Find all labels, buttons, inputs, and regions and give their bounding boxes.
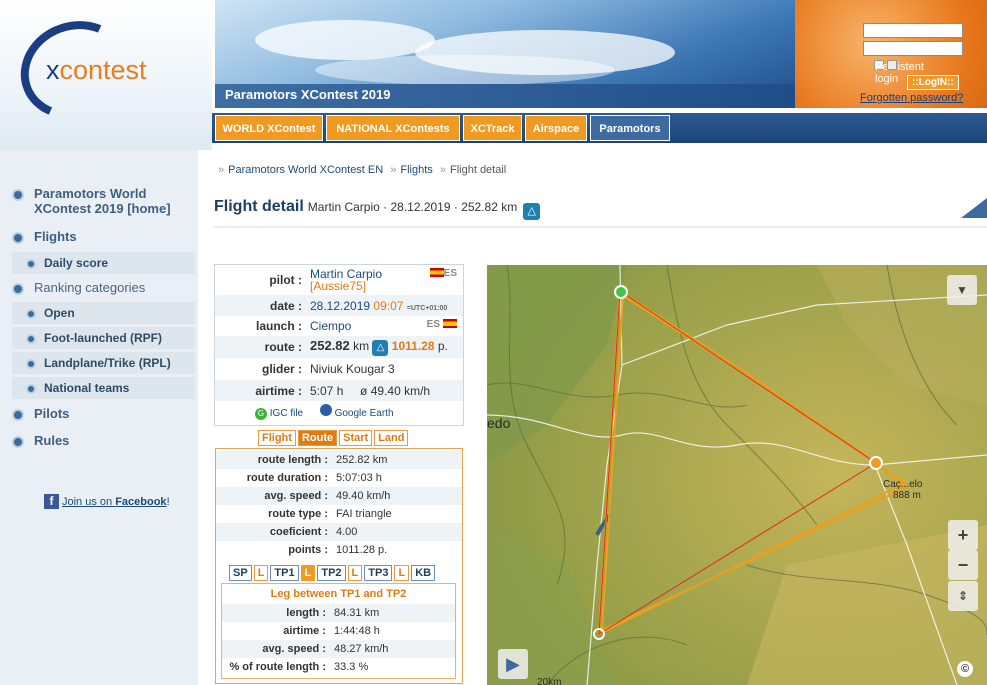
bullet-icon xyxy=(12,408,24,421)
bullet-icon xyxy=(26,308,36,319)
breadcrumb: » Paramotors World XContest EN » Flights »… xyxy=(218,164,507,176)
tab-national-xcontests[interactable]: NATIONAL XContests xyxy=(326,115,460,141)
glider-value: Niviuk Kougar 3 xyxy=(310,362,395,376)
bullet-icon xyxy=(26,358,36,369)
leg-tab-sp[interactable]: SP xyxy=(229,565,252,581)
map-elevation: 888 m xyxy=(893,490,921,501)
facebook-link[interactable]: f Join us on Facebook! xyxy=(44,494,170,509)
leg-tab-l1[interactable]: L xyxy=(253,565,269,581)
page-subtitle: Martin Carpio · 28.12.2019 · 252.82 km xyxy=(307,200,518,214)
banner-title: Paramotors XContest 2019 xyxy=(225,87,391,102)
bullet-icon xyxy=(12,188,24,201)
sidebar-item-national-teams[interactable]: National teams xyxy=(12,377,195,399)
copyright-icon[interactable]: © xyxy=(957,661,973,677)
map-place-right: Caç...elo xyxy=(883,479,923,490)
tab-world-xcontest[interactable]: WORLD XContest xyxy=(215,115,323,141)
map-place-left: edo xyxy=(487,415,511,431)
bullet-icon xyxy=(26,333,36,344)
launch-link[interactable]: Ciempo xyxy=(310,319,351,333)
google-earth-link[interactable]: Google Earth xyxy=(335,408,394,419)
breadcrumb-current: Flight detail xyxy=(449,164,507,176)
sidebar-item-ranking[interactable]: Ranking categories xyxy=(12,280,145,295)
tab-xctrack[interactable]: XCTrack xyxy=(463,115,522,141)
forgot-password-link[interactable]: Forgotten password? xyxy=(860,92,963,104)
tab-land[interactable]: Land xyxy=(374,430,409,446)
google-earth-icon xyxy=(319,404,332,416)
detail-tabs: Flight Route Start Land xyxy=(258,430,410,446)
sidebar-item-pilots[interactable]: Pilots xyxy=(12,406,69,421)
page-heading: Flight detail Martin Carpio · 28.12.2019 … xyxy=(214,198,987,228)
leg-tab-l4[interactable]: L xyxy=(394,565,410,581)
sidebar-item-landplane[interactable]: Landplane/Trike (RPL) xyxy=(12,352,195,374)
flight-info-panel: pilot : ES Martin Carpio [Aussie75] date :… xyxy=(214,264,464,426)
sidebar-item-daily-score[interactable]: Daily score xyxy=(12,252,195,274)
tab-flight[interactable]: Flight xyxy=(258,430,296,446)
leg-tabs: SP L TP1 L TP2 L TP3 L KB xyxy=(229,565,437,581)
flight-map[interactable]: edo Caç...elo 888 m 20km ▼ + − ⇕ ▶ © xyxy=(487,265,987,685)
main-nav: WORLD XContest NATIONAL XContests XCTrac… xyxy=(212,108,987,143)
persistent-login-checkbox[interactable] xyxy=(887,60,897,71)
header-banner: Paramotors XContest 2019 xyxy=(215,0,795,108)
bullet-icon xyxy=(26,383,36,394)
leg-detail-panel: Leg between TP1 and TP2 length :84.31 km… xyxy=(221,583,456,679)
route-type-icon[interactable]: △ xyxy=(372,340,389,356)
compass-button[interactable]: ⇕ xyxy=(948,581,978,611)
leg-tab-l2[interactable]: L xyxy=(300,565,316,581)
breadcrumb-flights[interactable]: Flights xyxy=(400,164,432,176)
logo-text: xcontest xyxy=(46,55,147,85)
turnpoint-marker xyxy=(869,456,883,470)
tab-airspace[interactable]: Airspace xyxy=(525,115,587,141)
page-title: Flight detail xyxy=(214,198,304,215)
password-input[interactable] xyxy=(863,41,963,56)
play-button[interactable]: ▶ xyxy=(498,649,528,679)
tab-start[interactable]: Start xyxy=(339,430,373,446)
tab-paramotors[interactable]: Paramotors xyxy=(590,115,670,141)
username-input[interactable] xyxy=(863,23,963,38)
pilot-nick-link[interactable]: [Aussie75] xyxy=(310,279,366,293)
start-marker xyxy=(614,285,628,299)
igc-icon: G xyxy=(255,408,267,420)
tab-route[interactable]: Route xyxy=(297,430,338,446)
sidebar-item-rules[interactable]: Rules xyxy=(12,433,69,448)
zoom-in-button[interactable]: + xyxy=(948,520,978,550)
leg-tab-tp2[interactable]: TP2 xyxy=(317,565,346,581)
sidebar: Paramotors World XContest 2019 [home] Fl… xyxy=(0,150,198,685)
leg-tab-l3[interactable]: L xyxy=(347,565,363,581)
facebook-icon: f xyxy=(44,494,59,509)
leg-tab-kb[interactable]: KB xyxy=(411,565,436,581)
leg-title: Leg between TP1 and TP2 xyxy=(270,588,407,600)
sidebar-item-open[interactable]: Open xyxy=(12,302,195,324)
sidebar-item-home[interactable]: Paramotors World XContest 2019 [home] xyxy=(12,186,192,216)
map-scale: 20km xyxy=(537,677,561,685)
fai-triangle-icon[interactable]: △ xyxy=(523,203,541,220)
persistent-login[interactable]: Persistent login xyxy=(871,59,924,85)
sidebar-item-foot-launched[interactable]: Foot-launched (RPF) xyxy=(12,327,195,349)
zoom-out-button[interactable]: − xyxy=(948,550,978,580)
date-link[interactable]: 28.12.2019 xyxy=(310,299,370,313)
breadcrumb-root[interactable]: Paramotors World XContest EN xyxy=(228,164,383,176)
bullet-icon xyxy=(12,282,24,295)
leg-tab-tp1[interactable]: TP1 xyxy=(270,565,299,581)
bullet-icon xyxy=(26,258,36,269)
login-box: Persistent login ::LogIN:: Forgotten pas… xyxy=(795,0,987,108)
bullet-icon xyxy=(12,231,24,244)
sidebar-item-flights[interactable]: Flights xyxy=(12,229,77,244)
xcontest-logo[interactable]: xcontest xyxy=(0,0,212,150)
igc-file-link[interactable]: IGC file xyxy=(270,408,303,419)
leg-tab-tp3[interactable]: TP3 xyxy=(364,565,393,581)
bullet-icon xyxy=(12,435,24,448)
login-button[interactable]: ::LogIN:: xyxy=(907,75,959,90)
map-layers-button[interactable]: ▼ xyxy=(947,275,977,305)
